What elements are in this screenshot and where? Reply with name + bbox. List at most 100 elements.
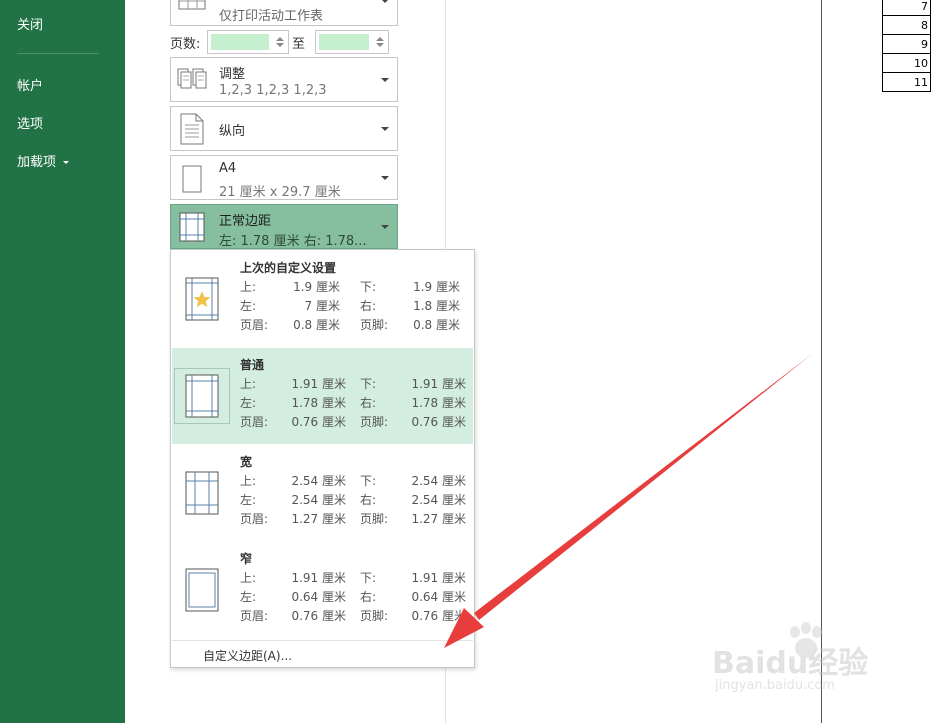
spin-down-icon[interactable] (276, 43, 284, 47)
sidebar-item-options[interactable]: 选项 (17, 113, 43, 132)
chevron-down-icon (381, 225, 389, 229)
footer-label: 页脚: (360, 512, 389, 526)
header-label: 页眉: (240, 512, 269, 526)
margins-dropdown[interactable]: 正常边距 左: 1.78 厘米 右: 1.78... (170, 204, 398, 249)
margins-menu: 上次的自定义设置 上: 1.9 厘米 下: 1.9 厘米 左: 7 厘米 右: … (170, 249, 475, 668)
bottom-label: 下: (360, 571, 377, 585)
footer-value: 0.76 厘米 (411, 609, 466, 623)
table-cell: 11 (882, 72, 931, 92)
margins-title: 正常边距 (219, 214, 272, 229)
top-value: 1.9 厘米 (293, 280, 340, 294)
bottom-label: 下: (360, 377, 377, 391)
top-value: 1.91 厘米 (291, 571, 346, 585)
left-label: 左: (240, 396, 257, 410)
spin-up-icon[interactable] (276, 37, 284, 41)
margin-option-normal[interactable]: 普通 上: 1.91 厘米 下: 1.91 厘米 左: 1.78 厘米 右: 1… (172, 348, 473, 444)
chevron-down-icon (381, 176, 389, 180)
narrow-margins-icon (185, 568, 219, 612)
margin-option-wide[interactable]: 宽 上: 2.54 厘米 下: 2.54 厘米 左: 2.54 厘米 右: 2.… (172, 445, 473, 541)
pages-to-stepper[interactable] (315, 30, 389, 54)
right-label: 右: (360, 493, 377, 507)
left-label: 左: (240, 493, 257, 507)
left-value: 7 厘米 (304, 299, 340, 313)
chevron-down-icon (381, 127, 389, 131)
footer-label: 页脚: (360, 318, 389, 332)
worksheet-icon (178, 0, 206, 10)
paper-size-dropdown[interactable]: A4 21 厘米 x 29.7 厘米 (170, 155, 398, 200)
margins-icon (179, 212, 205, 242)
table-cell: 8 (882, 15, 931, 35)
table-row: 10 (882, 53, 931, 73)
option-name: 宽 (240, 455, 253, 469)
spin-down-icon[interactable] (376, 43, 384, 47)
orientation-dropdown[interactable]: 纵向 (170, 106, 398, 151)
right-value: 0.64 厘米 (411, 590, 466, 604)
collate-subtitle: 1,2,3 1,2,3 1,2,3 (219, 83, 327, 98)
sidebar-divider (17, 53, 99, 54)
header-value: 0.76 厘米 (291, 609, 346, 623)
baidu-watermark: Baidu经验 jingyan.baidu.com (712, 620, 912, 700)
footer-value: 0.76 厘米 (411, 415, 466, 429)
portrait-icon (180, 113, 204, 145)
left-value: 2.54 厘米 (291, 493, 346, 507)
header-label: 页眉: (240, 318, 269, 332)
sidebar-item-addins[interactable]: 加载项 (17, 151, 70, 170)
watermark-brand: Baidu经验 (712, 646, 869, 681)
bottom-value: 2.54 厘米 (411, 474, 466, 488)
paper-size-subtitle: 21 厘米 x 29.7 厘米 (219, 185, 341, 200)
custom-margins-link[interactable]: 自定义边距(A)... (203, 647, 292, 664)
right-value: 1.78 厘米 (411, 396, 466, 410)
paper-icon (182, 165, 202, 193)
print-what-label: 仅打印活动工作表 (219, 9, 324, 24)
bottom-value: 1.91 厘米 (411, 571, 466, 585)
top-label: 上: (240, 474, 257, 488)
top-label: 上: (240, 571, 257, 585)
preview-table: 7 8 9 10 11 (882, 0, 931, 92)
spin-up-icon[interactable] (376, 37, 384, 41)
print-what-dropdown[interactable]: 仅打印活动工作表 (170, 0, 398, 26)
preview-page-edge (821, 0, 822, 723)
right-label: 右: (360, 590, 377, 604)
pages-from-input[interactable] (211, 34, 269, 50)
right-label: 右: (360, 299, 377, 313)
left-label: 左: (240, 299, 257, 313)
bottom-label: 下: (360, 474, 377, 488)
pages-from-stepper[interactable] (207, 30, 289, 54)
header-value: 1.27 厘米 (291, 512, 346, 526)
pages-to-label: 至 (292, 37, 306, 52)
top-label: 上: (240, 280, 257, 294)
table-row: 11 (882, 72, 931, 92)
left-value: 0.64 厘米 (291, 590, 346, 604)
watermark-url: jingyan.baidu.com (715, 678, 835, 693)
left-label: 左: (240, 590, 257, 604)
pages-label: 页数: (170, 37, 201, 52)
footer-value: 0.8 厘米 (413, 318, 460, 332)
top-label: 上: (240, 377, 257, 391)
normal-margins-icon (185, 374, 219, 418)
table-cell: 10 (882, 53, 931, 73)
table-row: 9 (882, 34, 931, 54)
option-name: 窄 (240, 552, 253, 566)
footer-label: 页脚: (360, 415, 389, 429)
sidebar-item-close[interactable]: 关闭 (17, 14, 43, 33)
chevron-down-icon (381, 0, 389, 3)
top-value: 2.54 厘米 (291, 474, 346, 488)
table-cell: 7 (882, 0, 931, 16)
sidebar-item-account[interactable]: 帐户 (17, 75, 43, 94)
option-name: 普通 (240, 358, 265, 372)
header-label: 页眉: (240, 415, 269, 429)
custom-margins-star-icon (185, 277, 219, 321)
margin-option-last-custom[interactable]: 上次的自定义设置 上: 1.9 厘米 下: 1.9 厘米 左: 7 厘米 右: … (172, 251, 473, 347)
top-value: 1.91 厘米 (291, 377, 346, 391)
orientation-title: 纵向 (219, 124, 246, 139)
header-label: 页眉: (240, 609, 269, 623)
header-value: 0.8 厘米 (293, 318, 340, 332)
margin-option-narrow[interactable]: 窄 上: 1.91 厘米 下: 1.91 厘米 左: 0.64 厘米 右: 0.… (172, 542, 473, 638)
option-name: 上次的自定义设置 (240, 261, 337, 275)
right-label: 右: (360, 396, 377, 410)
collate-dropdown[interactable]: 调整 1,2,3 1,2,3 1,2,3 (170, 57, 398, 102)
right-value: 2.54 厘米 (411, 493, 466, 507)
wide-margins-icon (185, 471, 219, 515)
pages-to-input[interactable] (319, 34, 369, 50)
chevron-down-icon (381, 78, 389, 82)
